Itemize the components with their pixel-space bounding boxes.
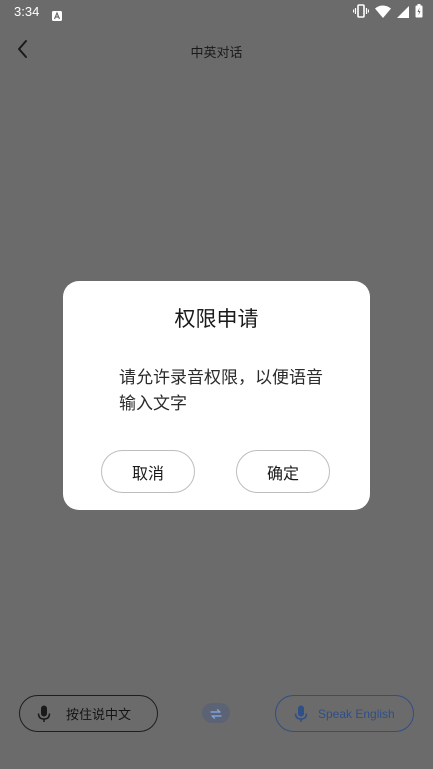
swap-arrows-icon — [209, 704, 223, 723]
swap-language-button[interactable] — [202, 703, 230, 723]
dialog-title: 权限申请 — [174, 307, 259, 331]
dialog-message: 请允许录音权限，以便语音输入文字 — [119, 368, 323, 414]
confirm-button[interactable]: 确定 — [236, 450, 330, 493]
english-button-label: Speak English — [318, 706, 395, 721]
microphone-icon — [294, 705, 308, 723]
microphone-icon — [37, 705, 51, 723]
hold-to-speak-chinese-button[interactable]: 按住说中文 — [19, 695, 158, 732]
speak-english-button[interactable]: Speak English — [275, 695, 414, 732]
chinese-button-label: 按住说中文 — [66, 708, 132, 723]
permission-dialog: 权限申请 请允许录音权限，以便语音输入文字 取消 确定 — [63, 281, 370, 510]
cancel-button[interactable]: 取消 — [101, 450, 195, 493]
